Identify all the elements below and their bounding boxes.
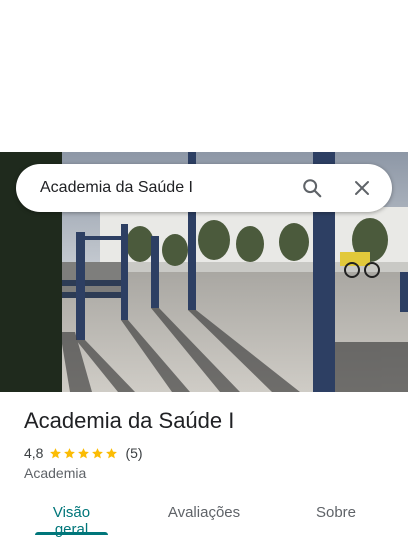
search-input[interactable] (40, 176, 280, 200)
star-icon (50, 447, 62, 458)
rating-row[interactable]: 4,8 (5) (24, 444, 143, 462)
clear-search-button[interactable] (344, 170, 380, 206)
close-icon (355, 181, 369, 195)
search-bar[interactable] (16, 164, 392, 212)
active-tab-indicator (35, 532, 108, 535)
star-icon (64, 447, 76, 458)
place-title: Academia da Saúde I (24, 408, 235, 433)
rating-value: 4,8 (24, 445, 44, 461)
place-category: Academia (24, 465, 87, 481)
star-icon (106, 447, 118, 458)
search-button[interactable] (294, 170, 330, 206)
star-icon (78, 447, 90, 458)
rating-stars (49, 447, 119, 460)
review-count[interactable]: (5) (125, 445, 142, 461)
tab-reviews[interactable]: Avaliações (164, 504, 244, 521)
search-icon (303, 179, 322, 198)
place-tabs: Visão geral Avaliações Sobre (0, 490, 408, 544)
star-icon (92, 447, 104, 458)
tab-about[interactable]: Sobre (311, 504, 361, 521)
